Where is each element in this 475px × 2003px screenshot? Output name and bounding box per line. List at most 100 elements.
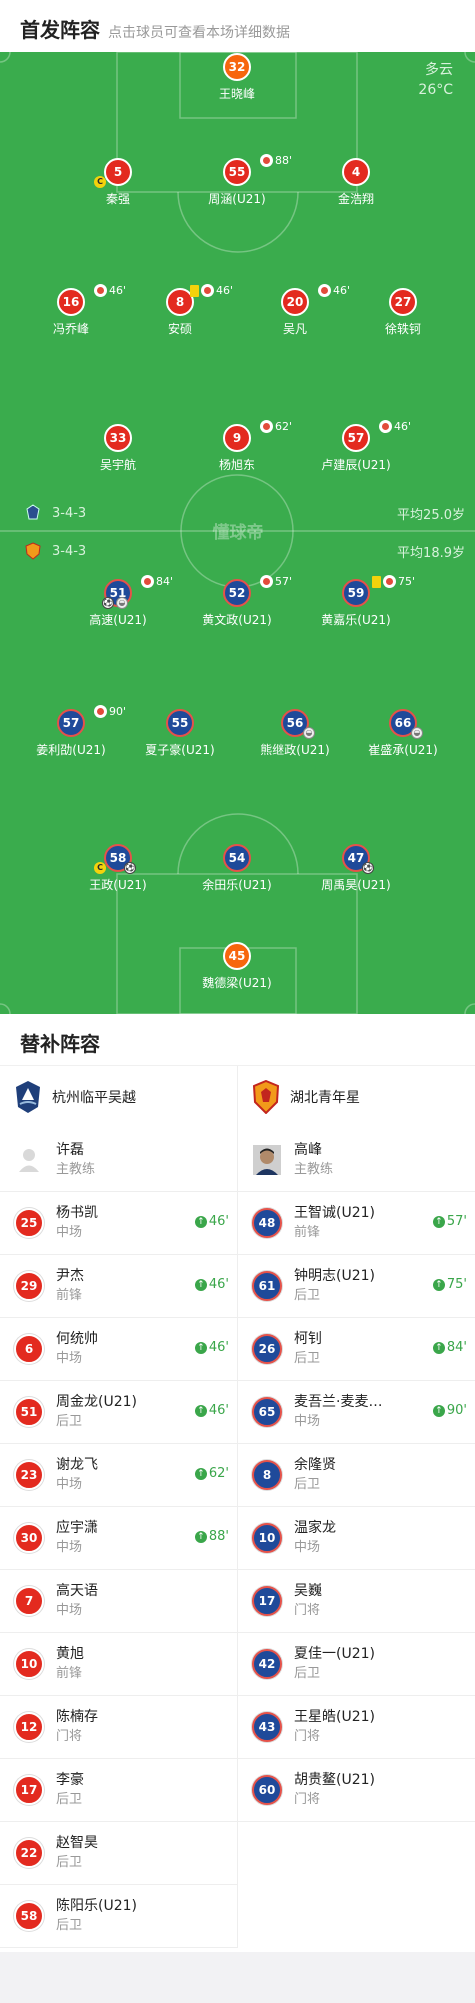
substitute-row[interactable]: 22 赵智昊 后卫 — [0, 1822, 237, 1885]
substitute-row[interactable]: 26 柯钊 后卫 ↑ 84' — [238, 1318, 475, 1381]
substitute-name: 陈阳乐(U21) — [56, 1898, 137, 1914]
substitute-row[interactable]: 12 陈楠存 门将 — [0, 1696, 237, 1759]
sub-on-event: ↑ 88' — [194, 1529, 229, 1544]
substitute-number: 25 — [14, 1208, 44, 1238]
player-away-mid[interactable]: 55 夏子豪(U21) — [120, 709, 240, 758]
player-home-def[interactable]: 5 C 秦强 — [58, 158, 178, 207]
substitute-row[interactable]: 60 胡贵鳌(U21) 门将 — [238, 1759, 475, 1822]
weather-condition: 多云 — [425, 62, 453, 78]
player-number: 5 — [104, 158, 132, 186]
player-number: 32 — [223, 53, 251, 81]
player-name: 周禹昊(U21) — [321, 878, 391, 892]
sub-on-minute: 46' — [208, 1340, 229, 1355]
substitutes-section: 替补阵容 杭州临平吴越 许磊 主教练 25 杨书凯 中场 ↑ 46' 29 尹杰… — [0, 1014, 475, 1948]
player-number: 54 — [223, 844, 251, 872]
player-home-mid[interactable]: 20 46' 吴凡 — [235, 284, 355, 337]
sub-on-arrow-icon: ↑ — [432, 1278, 445, 1291]
substitute-row[interactable]: 6 何统帅 中场 ↑ 46' — [0, 1318, 237, 1381]
player-home-def[interactable]: 55 88' 周涵(U21) — [177, 154, 297, 207]
player-away-def[interactable]: 58 C ⚽ 王政(U21) — [58, 844, 178, 893]
player-home-fwd[interactable]: 57 46' 卢建辰(U21) — [296, 420, 416, 473]
substitute-number: 8 — [252, 1460, 282, 1490]
substitute-row[interactable]: 10 温家龙 中场 — [238, 1507, 475, 1570]
player-away-gk[interactable]: 45 魏德梁(U21) — [177, 942, 297, 991]
player-away-mid[interactable]: 66 ◒ 崔盛承(U21) — [343, 709, 463, 758]
substitute-row[interactable]: 29 尹杰 前锋 ↑ 46' — [0, 1255, 237, 1318]
substitute-position: 门将 — [294, 1729, 321, 1744]
sub-on-event: ↑ 84' — [432, 1340, 467, 1355]
sub-on-minute: 75' — [446, 1277, 467, 1292]
substitute-row[interactable]: 43 王星皓(U21) 门将 — [238, 1696, 475, 1759]
player-name: 王政(U21) — [89, 878, 147, 892]
sub-off-icon — [201, 284, 214, 297]
player-home-mid[interactable]: 27 徐轶钶 — [343, 288, 463, 337]
substitute-row[interactable]: 65 麦吾兰·麦麦… 中场 ↑ 90' — [238, 1381, 475, 1444]
player-home-mid[interactable]: 16 46' 冯乔峰 — [11, 284, 131, 337]
coach-avatar-placeholder-icon — [14, 1145, 44, 1175]
lineup-hint: 点击球员可查看本场详细数据 — [108, 25, 290, 41]
substitute-number: 23 — [14, 1460, 44, 1490]
substitute-position: 后卫 — [56, 1855, 83, 1870]
player-away-fwd[interactable]: 51 ⚽ ◒ 84' 高速(U21) — [58, 575, 178, 628]
player-away-fwd[interactable]: 52 57' 黄文政(U21) — [177, 575, 297, 628]
substitute-position: 后卫 — [294, 1288, 321, 1303]
substitute-position: 中场 — [56, 1477, 83, 1492]
substitute-number: 29 — [14, 1271, 44, 1301]
player-name: 金浩翔 — [337, 192, 374, 206]
away-formation-row: 3-4-3 平均18.9岁 — [0, 540, 475, 562]
player-home-fwd[interactable]: 9 62' 杨旭东 — [177, 420, 297, 473]
player-home-fwd[interactable]: 33 吴宇航 — [58, 424, 178, 473]
substitute-number: 7 — [14, 1586, 44, 1616]
sub-on-minute: 46' — [208, 1277, 229, 1292]
substitute-number: 43 — [252, 1712, 282, 1742]
player-away-mid[interactable]: 57 90' 姜利劭(U21) — [11, 705, 131, 758]
substitute-name: 陈楠存 — [56, 1709, 98, 1725]
player-away-def[interactable]: 47 ⚽ 周禹昊(U21) — [296, 844, 416, 893]
substitute-row[interactable]: 17 吴巍 门将 — [238, 1570, 475, 1633]
sub-off-event: 46' — [379, 420, 411, 433]
player-home-gk[interactable]: 32 王晓峰 — [177, 53, 297, 102]
substitute-row[interactable]: 58 陈阳乐(U21) 后卫 — [0, 1885, 237, 1948]
sub-off-icon — [260, 575, 273, 588]
substitute-position: 前锋 — [56, 1288, 83, 1303]
substitute-row[interactable]: 30 应宇潇 中场 ↑ 88' — [0, 1507, 237, 1570]
player-away-fwd[interactable]: 59 75' 黄嘉乐(U21) — [296, 575, 416, 628]
substitute-row[interactable]: 25 杨书凯 中场 ↑ 46' — [0, 1192, 237, 1255]
player-name: 姜利劭(U21) — [36, 743, 106, 757]
player-home-def[interactable]: 4 金浩翔 — [296, 158, 416, 207]
substitute-position: 后卫 — [56, 1792, 83, 1807]
player-number: 16 — [57, 288, 85, 316]
player-number: 55 — [223, 158, 251, 186]
substitute-number: 30 — [14, 1523, 44, 1553]
substitute-row[interactable]: 23 谢龙飞 中场 ↑ 62' — [0, 1444, 237, 1507]
player-away-mid[interactable]: 56 ◒ 熊继政(U21) — [235, 709, 355, 758]
substitute-row[interactable]: 51 周金龙(U21) 后卫 ↑ 46' — [0, 1381, 237, 1444]
away-coach-row[interactable]: 高峰 主教练 — [238, 1128, 475, 1192]
player-name: 夏子豪(U21) — [145, 743, 215, 757]
home-team-row[interactable]: 杭州临平吴越 — [0, 1066, 237, 1128]
player-away-def[interactable]: 54 余田乐(U21) — [177, 844, 297, 893]
away-formation: 3-4-3 — [52, 543, 87, 559]
away-team-row[interactable]: 湖北青年星 — [238, 1066, 475, 1128]
substitute-row[interactable]: 48 王智诚(U21) 前锋 ↑ 57' — [238, 1192, 475, 1255]
assist-icon: ◒ — [116, 597, 128, 609]
substitute-row[interactable]: 61 钟明志(U21) 后卫 ↑ 75' — [238, 1255, 475, 1318]
assist-icon: ◒ — [303, 727, 315, 739]
yellow-card-icon — [190, 284, 199, 297]
substitute-row[interactable]: 8 余隆贤 后卫 — [238, 1444, 475, 1507]
substitute-row[interactable]: 7 高天语 中场 — [0, 1570, 237, 1633]
player-number: 20 — [281, 288, 309, 316]
sub-on-arrow-icon: ↑ — [194, 1404, 207, 1417]
substitute-name: 温家龙 — [294, 1520, 336, 1536]
substitute-row[interactable]: 42 夏佳一(U21) 后卫 — [238, 1633, 475, 1696]
player-name: 余田乐(U21) — [202, 878, 272, 892]
substitute-row[interactable]: 10 黄旭 前锋 — [0, 1633, 237, 1696]
player-home-mid[interactable]: 8 46' 安硕 — [120, 284, 240, 337]
home-team-name: 杭州临平吴越 — [52, 1090, 136, 1106]
substitute-row[interactable]: 17 李豪 后卫 — [0, 1759, 237, 1822]
substitute-name: 高天语 — [56, 1583, 98, 1599]
home-coach-row[interactable]: 许磊 主教练 — [0, 1128, 237, 1192]
substitute-position: 中场 — [294, 1414, 321, 1429]
substitute-number: 61 — [252, 1271, 282, 1301]
substitute-position: 前锋 — [56, 1666, 83, 1681]
